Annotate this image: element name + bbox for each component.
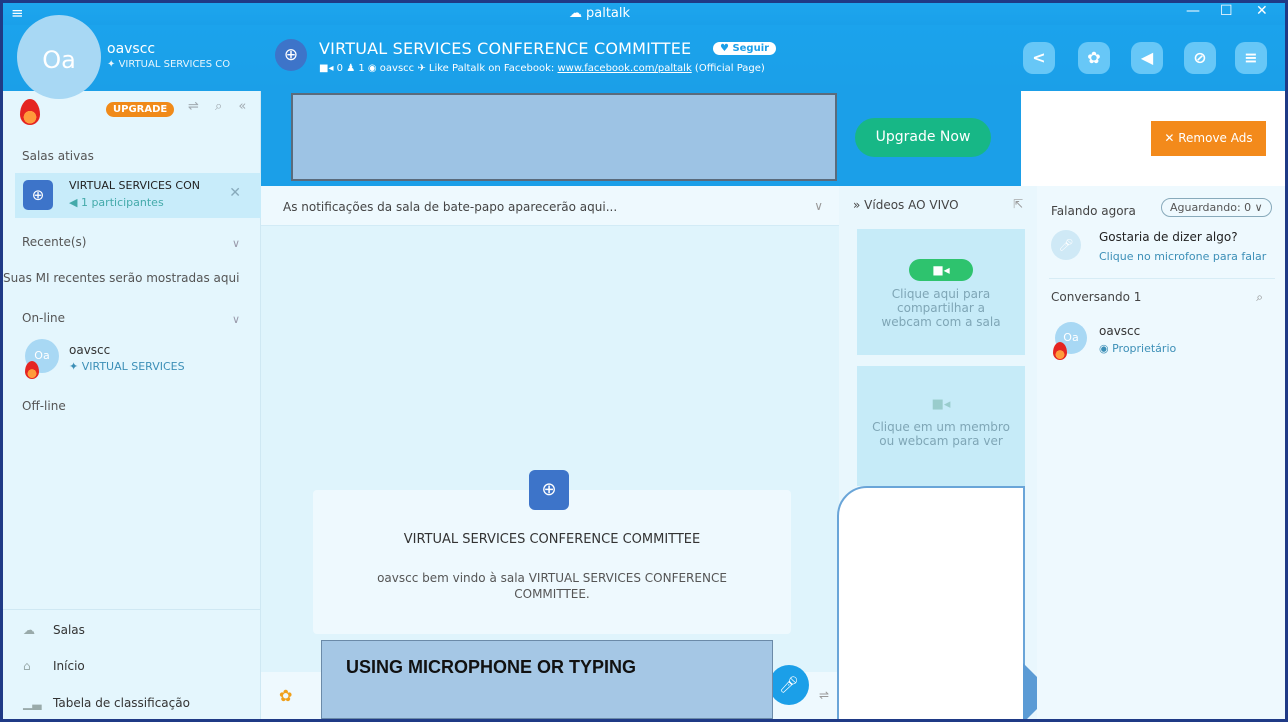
welcome-card: ⊕ VIRTUAL SERVICES CONFERENCE COMMITTEE … [313,470,791,634]
share-webcam-text: Clique aqui para compartilhar a webcam c… [881,287,1001,329]
home-icon: ⌂ [23,659,31,673]
gift-icon[interactable]: ✿ [279,686,292,705]
paltalk-logo: ☁ paltalk [569,6,630,21]
sidebar-tools-icon[interactable]: ⇌ ⌕ « [188,99,252,114]
maximize-button[interactable]: ☐ [1220,3,1233,19]
share-webcam-card[interactable]: ■◂ Clique aqui para compartilhar a webca… [857,229,1025,355]
speaking-header: Falando agora [1051,204,1136,218]
user-name: oavscc [107,41,156,57]
welcome-text: oavscc bem vindo à sala VIRTUAL SERVICES… [377,571,727,601]
nav-rooms-label: Salas [53,623,85,637]
online-user-room: ✦ VIRTUAL SERVICES [69,360,185,373]
flame-icon [25,361,39,379]
chat-area: ⊕ VIRTUAL SERVICES CONFERENCE COMMITTEE … [261,226,839,672]
camera-icon: ■◂ [931,397,951,412]
offline-header[interactable]: Off-line [22,399,66,413]
globe-icon: ⊕ [275,39,307,71]
close-room-icon[interactable]: ✕ [229,185,241,201]
paltalk-logo-icon: ☁ [569,6,582,21]
room-counts: ■◂ 0 ♟ 1 ◉ oavscc [319,63,415,74]
right-panel: Falando agora Aguardando: 0 ∨ 🎤︎ Gostari… [1037,186,1285,719]
app-window: ≡ ☁ paltalk — ☐ ✕ oavscc ✦ VIRTUAL SERVIC… [3,3,1285,719]
minimize-button[interactable]: — [1186,3,1200,19]
conversing-user-name[interactable]: oavscc [1099,324,1140,338]
room-meta: ■◂ 0 ♟ 1 ◉ oavscc ✈ Like Paltalk on Face… [319,63,765,74]
nav-leaderboard-label: Tabela de classificação [53,696,190,710]
microphone-button[interactable]: 🎤︎ [769,665,809,705]
online-user-name[interactable]: oavscc [69,343,110,357]
notifications-text: As notificações da sala de bate-papo apa… [283,200,618,214]
close-button[interactable]: ✕ [1256,3,1268,19]
nav-leaderboard[interactable]: ▁▃ Tabela de classificação [23,696,190,710]
camera-icon[interactable]: ■◂ [909,259,973,281]
hamburger-menu-icon[interactable]: ≡ [11,4,24,22]
conversing-header: Conversando 1 [1051,290,1142,304]
ad-panel: ✕ Remove Ads [1021,91,1285,186]
conversing-user-role: ◉ Proprietário [1099,342,1177,355]
user-room-label: VIRTUAL SERVICES CO [118,59,231,70]
active-rooms-header: Salas ativas [22,149,94,163]
official-page-text: (Official Page) [694,63,765,74]
sidebar: UPGRADE ⇌ ⌕ « Salas ativas ⊕ VIRTUAL SER… [3,91,261,719]
active-room-item[interactable]: ⊕ VIRTUAL SERVICES CON ◀ 1 participantes… [15,173,261,218]
speaker-icon[interactable]: ◀ [1131,42,1163,74]
more-menu-icon[interactable]: ≡ [1235,42,1267,74]
leaderboard-icon: ▁▃ [23,696,42,710]
remove-ads-button[interactable]: ✕ Remove Ads [1151,121,1266,156]
ad-banner[interactable] [291,93,837,181]
online-header[interactable]: On-line [22,311,65,325]
videos-header-label: Vídeos AO VIVO [864,198,959,212]
share-icon[interactable]: < [1023,42,1055,74]
callout-box [837,486,1025,719]
globe-icon: ⊕ [529,470,569,510]
rooms-icon: ☁ [23,623,35,637]
caption-overlay: USING MICROPHONE OR TYPING [321,640,773,719]
camera-off-icon[interactable]: ⊘ [1184,42,1216,74]
room-title: VIRTUAL SERVICES CONFERENCE COMMITTEE [319,39,692,58]
gift-icon[interactable]: ✿ [1078,42,1110,74]
facebook-link[interactable]: www.facebook.com/paltalk [557,63,691,74]
active-room-name: VIRTUAL SERVICES CON [69,179,199,192]
nav-home-label: Início [53,659,85,673]
globe-icon: ⊕ [23,180,53,210]
chevron-down-icon[interactable]: ∨ [232,237,240,250]
title-bar: ≡ ☁ paltalk — ☐ ✕ [3,3,1285,25]
welcome-title: VIRTUAL SERVICES CONFERENCE COMMITTEE [403,532,701,547]
avatar[interactable]: Oa [17,15,101,99]
upgrade-button[interactable]: UPGRADE [106,102,175,117]
view-webcam-text: Clique em um membro ou webcam para ver [872,420,1010,448]
header: oavscc ✦ VIRTUAL SERVICES CO ⊕ VIRTUAL S… [3,25,1285,91]
say-something-hint: Clique no microfone para falar [1099,250,1267,263]
notifications-bar[interactable]: As notificações da sala de bate-papo apa… [261,186,839,226]
flame-icon [1053,342,1067,360]
chevron-down-icon[interactable]: ∨ [814,199,823,213]
view-webcam-card[interactable]: ■◂ Clique em um membro ou webcam para ve… [857,366,1025,486]
upgrade-now-button[interactable]: Upgrade Now [855,118,991,157]
popout-icon[interactable]: ⇱ [1013,197,1023,211]
chevron-down-icon[interactable]: ∨ [232,313,240,326]
nav-rooms[interactable]: ☁ Salas [23,623,85,637]
follow-button[interactable]: ♥ Seguir [713,42,777,55]
search-icon[interactable]: ⌕ [1256,290,1263,305]
waiting-dropdown[interactable]: Aguardando: 0 ∨ [1161,198,1272,217]
settings-icon[interactable]: ⇌ [819,688,829,702]
microphone-icon[interactable]: 🎤︎ [1051,230,1081,260]
divider [1049,278,1275,279]
recent-empty-text: Suas MI recentes serão mostradas aqui [3,271,240,285]
say-something-title: Gostaria de dizer algo? [1099,230,1238,244]
videos-header: » Vídeos AO VIVO [853,198,959,212]
active-room-participants: ◀ 1 participantes [69,196,164,209]
app-name: paltalk [586,6,631,21]
flame-icon [20,99,40,125]
recent-header[interactable]: Recente(s) [22,235,86,249]
nav-home[interactable]: ⌂ Início [23,659,85,673]
user-current-room: ✦ VIRTUAL SERVICES CO [107,59,231,70]
divider [3,609,261,610]
facebook-like-text: ✈ Like Paltalk on Facebook: [417,63,555,74]
